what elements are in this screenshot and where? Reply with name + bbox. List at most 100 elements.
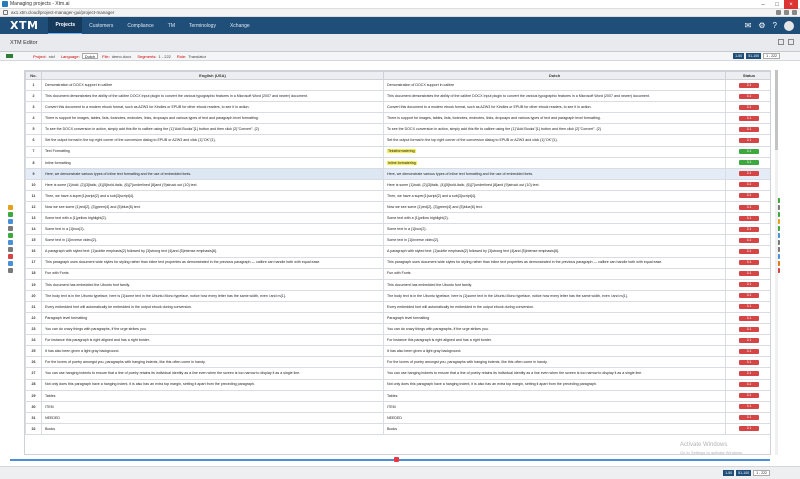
status-badge[interactable]: 3.1: [739, 226, 759, 232]
table-row[interactable]: 17 This paragraph uses document wide styl…: [25, 256, 770, 269]
target-cell[interactable]: A paragraph with styled text: {1}subtle …: [383, 245, 726, 258]
target-cell[interactable]: Here, we demonstrate various types of in…: [383, 167, 726, 180]
target-cell[interactable]: To see the DOCX conversion in action, si…: [383, 123, 726, 136]
table-row[interactable]: 9 Here, we demonstrate various types of i…: [25, 167, 770, 180]
table-row[interactable]: 27 You can use hanging indents to ensure …: [25, 367, 770, 380]
status-badge[interactable]: 3.1: [739, 237, 759, 243]
source-cell[interactable]: This paragraph uses document wide styles…: [41, 256, 384, 269]
table-row[interactable]: 30 ITEM ITEM 3.1: [25, 400, 770, 413]
status-badge[interactable]: 3.1: [739, 182, 759, 188]
status-badge[interactable]: 3.1: [739, 215, 759, 221]
table-row[interactable]: 21 Every embedded font will automatically…: [25, 300, 770, 313]
target-cell[interactable]: Fun with Fonts: [383, 267, 726, 280]
table-row[interactable]: 6 Set the output format in the top right …: [25, 134, 770, 147]
table-row[interactable]: 32 Books Books 3.1: [25, 422, 770, 436]
status-badge[interactable]: 3.1: [739, 171, 759, 177]
status-badge[interactable]: 3.1: [739, 282, 759, 288]
table-row[interactable]: 14 Some text in a {1}box{2}. Some text in …: [25, 223, 770, 236]
target-cell[interactable]: Set the output format in the top right c…: [383, 134, 726, 147]
avatar[interactable]: [784, 20, 794, 31]
restore-icon[interactable]: [778, 39, 784, 45]
status-badge[interactable]: 3.1: [739, 82, 759, 88]
target-cell[interactable]: Books: [383, 422, 726, 436]
tab-xchange[interactable]: Xchange: [223, 17, 257, 34]
status-badge[interactable]: 3.1: [739, 104, 759, 110]
source-cell[interactable]: You can use hanging indents to ensure th…: [41, 367, 384, 380]
status-badge[interactable]: 3.1: [739, 337, 759, 343]
status-badge[interactable]: 3.1: [739, 304, 759, 310]
source-cell[interactable]: For the lovers of poetry amongst you, pa…: [41, 356, 384, 369]
source-cell[interactable]: You can do crazy things with paragraphs,…: [41, 323, 384, 336]
source-cell[interactable]: Then, we have a super{1}script{2} and a …: [41, 189, 384, 203]
source-cell[interactable]: Fun with Fonts: [41, 267, 384, 280]
settings-icon[interactable]: [7, 268, 13, 273]
source-cell[interactable]: Convert this document to a modern ebook …: [41, 101, 384, 114]
target-cell[interactable]: It has also been given a light gray back…: [383, 345, 726, 358]
gear-icon[interactable]: ⚙: [758, 21, 765, 30]
table-row[interactable]: 11 Then, we have a super{1}script{2} and …: [25, 189, 770, 203]
delete-icon[interactable]: [7, 254, 13, 259]
language-select[interactable]: Dutch: [81, 53, 99, 59]
tab-customers[interactable]: Customers: [82, 17, 120, 34]
source-cell[interactable]: A paragraph with styled text: {1}subtle …: [41, 245, 384, 258]
table-row[interactable]: 19 This document has embedded the Ubuntu …: [25, 278, 770, 291]
table-row[interactable]: 7 Text Formatting Tekstformatering 3.1: [25, 145, 770, 158]
target-cell[interactable]: Then, we have a super{1}script{2} and a …: [383, 189, 726, 203]
source-cell[interactable]: Not only does this paragraph have a hang…: [41, 378, 384, 391]
source-cell[interactable]: Inline formatting: [41, 156, 384, 169]
splitter-handle[interactable]: [394, 457, 399, 462]
maximize-icon[interactable]: □: [770, 0, 784, 9]
table-row[interactable]: 10 Here is some {1}bold, {2}{3}italic, {4…: [25, 178, 770, 191]
status-badge[interactable]: 3.1: [739, 115, 759, 121]
status-badge[interactable]: 3.1: [739, 315, 759, 321]
table-row[interactable]: 28 Not only does this paragraph have a ha…: [25, 378, 770, 391]
source-cell[interactable]: Some text in a {1}box{2}.: [41, 223, 384, 236]
status-badge[interactable]: 3.1: [739, 193, 759, 199]
target-cell[interactable]: Now we see some {1}red{2}, {3}green{4} a…: [383, 201, 726, 214]
table-row[interactable]: 8 Inline formatting Inline formatering 3.1: [25, 156, 770, 169]
target-cell[interactable]: Some text in a {1}box{2}.: [383, 223, 726, 236]
splitter-bar[interactable]: [10, 457, 770, 462]
source-cell[interactable]: Some text in {1}inverse video{2}.: [41, 234, 384, 247]
target-cell[interactable]: Some text with a {1}yellow highlight{2}.: [383, 212, 726, 225]
source-cell[interactable]: Books: [41, 422, 384, 436]
status-badge[interactable]: 3.1: [739, 160, 759, 166]
table-row[interactable]: 25 It has also been given a light gray ba…: [25, 345, 770, 358]
table-row[interactable]: 20 The body text is in the Ubuntu typefac…: [25, 289, 770, 302]
target-cell[interactable]: This document has embedded the Ubuntu fo…: [383, 278, 726, 291]
table-row[interactable]: 29 Tables Tables 3.1: [25, 389, 770, 402]
table-row[interactable]: 18 Fun with Fonts Fun with Fonts 3.1: [25, 267, 770, 280]
table-row[interactable]: 13 Some text with a {1}yellow highlight{2…: [25, 212, 770, 225]
url-text[interactable]: ax1.xtm.cloud/project-manager-gui/projec…: [11, 10, 114, 15]
search-icon[interactable]: [7, 240, 13, 245]
target-cell[interactable]: Tekstformatering: [383, 145, 726, 158]
status-badge[interactable]: 3.1: [739, 248, 759, 254]
table-row[interactable]: 23 You can do crazy things with paragraph…: [25, 323, 770, 336]
target-cell[interactable]: ITEM: [383, 400, 726, 413]
status-badge[interactable]: 3.1: [739, 415, 759, 421]
source-cell[interactable]: ITEM: [41, 400, 384, 413]
scroll-thumb[interactable]: [775, 70, 778, 150]
target-cell[interactable]: You can do crazy things with paragraphs,…: [383, 323, 726, 336]
table-row[interactable]: 2 This document demonstrates the ability …: [25, 90, 770, 103]
target-cell[interactable]: Paragraph level formatting: [383, 311, 726, 325]
source-cell[interactable]: Paragraph level formatting: [41, 311, 384, 325]
source-cell[interactable]: Demonstration of DOCX support in calibre: [41, 78, 384, 92]
source-cell[interactable]: Every embedded font will automatically b…: [41, 300, 384, 313]
target-cell[interactable]: This paragraph uses document wide styles…: [383, 256, 726, 269]
source-cell[interactable]: Here, we demonstrate various types of in…: [41, 167, 384, 180]
table-row[interactable]: 15 Some text in {1}inverse video{2}. Some …: [25, 234, 770, 247]
status-badge[interactable]: 3.1: [739, 359, 759, 365]
status-badge[interactable]: 3.1: [739, 426, 759, 432]
copy-icon[interactable]: [7, 226, 13, 231]
table-row[interactable]: 22 Paragraph level formatting Paragraph le…: [25, 311, 770, 325]
source-cell[interactable]: Set the output format in the top right c…: [41, 134, 384, 147]
status-badge[interactable]: 3.1: [739, 149, 759, 155]
status-badge[interactable]: 3.1: [739, 348, 759, 354]
pager-next-button[interactable]: 51-100: [746, 53, 762, 59]
table-row[interactable]: 24 For instance this paragraph is right a…: [25, 334, 770, 347]
pager-select[interactable]: 1 - 222: [763, 53, 780, 59]
target-cell[interactable]: For instance this paragraph is right ali…: [383, 334, 726, 347]
source-cell[interactable]: Some text with a {1}yellow highlight{2}.: [41, 212, 384, 225]
minimize-icon[interactable]: –: [756, 0, 770, 9]
